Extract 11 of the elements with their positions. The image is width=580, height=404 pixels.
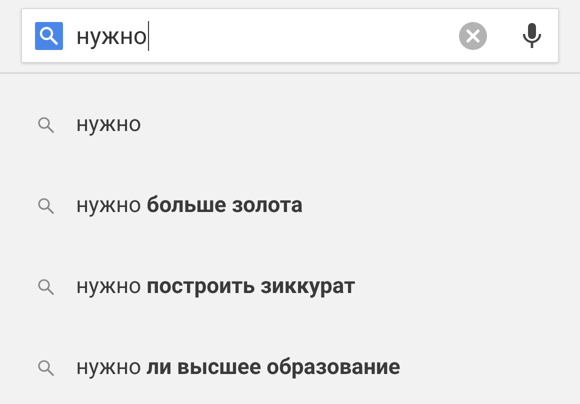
suggestion-item[interactable]: нужно ли высшее образование bbox=[76, 351, 400, 384]
suggestion-item[interactable]: нужно построить зиккурат bbox=[76, 270, 356, 303]
search-field[interactable]: нужно bbox=[21, 8, 559, 63]
suggestion-item[interactable]: нужно bbox=[76, 108, 142, 141]
microphone-icon[interactable] bbox=[522, 22, 542, 50]
search-icon bbox=[35, 22, 63, 50]
suggestion-item[interactable]: нужно больше золота bbox=[76, 189, 303, 222]
search-icon bbox=[37, 116, 55, 134]
search-icon bbox=[37, 278, 55, 296]
search-icon bbox=[37, 196, 55, 214]
search-icon bbox=[37, 358, 55, 376]
